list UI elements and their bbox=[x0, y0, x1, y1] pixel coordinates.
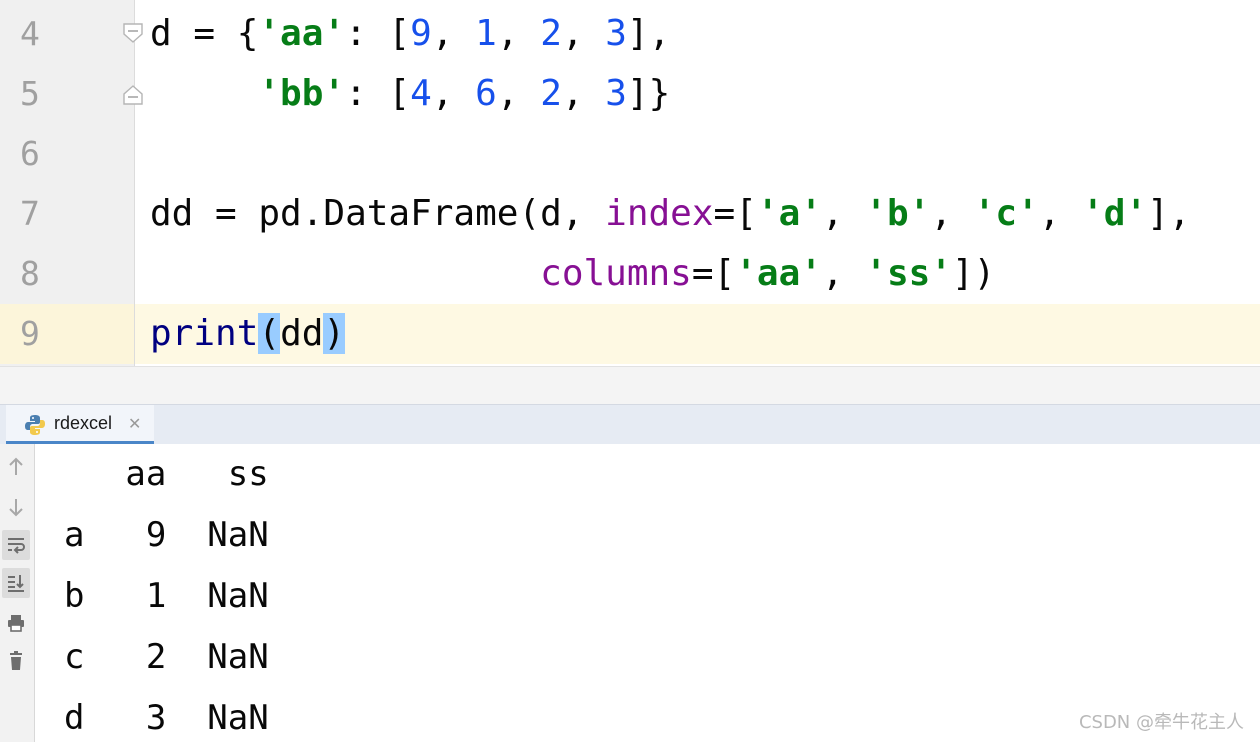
code-token-num: 2 bbox=[540, 73, 562, 114]
code-token: , bbox=[821, 253, 866, 294]
line-number: 7 bbox=[20, 194, 40, 233]
line-number-gutter: 4 5 6 7 8 9 bbox=[0, 0, 134, 366]
code-token-num: 4 bbox=[410, 73, 432, 114]
up-arrow-icon[interactable] bbox=[2, 452, 30, 482]
code-token: , bbox=[930, 193, 974, 234]
trash-icon[interactable] bbox=[2, 646, 30, 676]
code-line[interactable]: columns=['aa', 'ss']) bbox=[135, 244, 1260, 304]
python-icon bbox=[25, 415, 45, 435]
code-token: : [ bbox=[345, 13, 411, 54]
code-token: dd = pd.DataFrame(d, bbox=[150, 193, 606, 234]
code-token: , bbox=[431, 73, 476, 114]
console-toolbar bbox=[0, 444, 35, 742]
code-token: , bbox=[496, 73, 541, 114]
code-token: ], bbox=[626, 13, 671, 54]
code-token: =[ bbox=[691, 253, 736, 294]
code-token-str: 'aa' bbox=[735, 253, 822, 294]
code-line[interactable]: dd = pd.DataFrame(d, index=['a', 'b', 'c… bbox=[135, 184, 1260, 244]
line-number: 5 bbox=[20, 74, 40, 113]
code-token: , bbox=[561, 13, 606, 54]
code-token: d = { bbox=[150, 13, 259, 54]
code-line[interactable]: d = {'aa': [9, 1, 2, 3], bbox=[135, 4, 1260, 64]
soft-wrap-icon[interactable] bbox=[2, 530, 30, 560]
fold-end-icon[interactable] bbox=[122, 84, 144, 106]
code-token-num: 3 bbox=[605, 73, 627, 114]
code-token-kw: columns bbox=[540, 253, 692, 294]
scroll-to-end-icon[interactable] bbox=[2, 568, 30, 598]
code-token: , bbox=[561, 73, 606, 114]
code-text: 'bb': [4, 6, 2, 3]} bbox=[150, 64, 670, 124]
code-line[interactable] bbox=[135, 124, 1260, 184]
code-token: , bbox=[431, 13, 476, 54]
code-token: ]) bbox=[951, 253, 996, 294]
code-token: ], bbox=[1147, 193, 1191, 234]
code-token-str: 'c' bbox=[973, 193, 1039, 234]
code-line-current[interactable]: print(dd) bbox=[135, 304, 1260, 364]
fold-collapse-icon[interactable] bbox=[122, 22, 144, 44]
code-token-str: 'd' bbox=[1082, 193, 1148, 234]
watermark: CSDN @牵牛花主人 bbox=[1078, 712, 1244, 733]
code-token-num: 9 bbox=[410, 13, 432, 54]
code-token-str: 'bb' bbox=[258, 73, 346, 114]
line-number: 9 bbox=[20, 314, 40, 353]
code-token-num: 1 bbox=[475, 13, 497, 54]
code-token-num: 2 bbox=[540, 13, 562, 54]
code-token-str: 'aa' bbox=[258, 13, 346, 54]
code-text: d = {'aa': [9, 1, 2, 3], bbox=[150, 4, 670, 64]
output-row: a 9 NaN bbox=[64, 515, 269, 555]
code-text: columns=['aa', 'ss']) bbox=[150, 244, 995, 304]
code-token-str: 'ss' bbox=[865, 253, 952, 294]
line-number: 4 bbox=[20, 14, 40, 53]
run-tool-window-tabs: rdexcel ✕ bbox=[0, 404, 1260, 445]
panel-splitter[interactable] bbox=[0, 366, 1260, 405]
code-text: dd = pd.DataFrame(d, index=['a', 'b', 'c… bbox=[150, 184, 1190, 244]
code-token: , bbox=[1038, 193, 1083, 234]
line-number: 8 bbox=[20, 254, 40, 293]
code-token-num: 3 bbox=[605, 13, 627, 54]
line-number: 6 bbox=[20, 134, 40, 173]
code-token-str: 'b' bbox=[865, 193, 931, 234]
code-token: : [ bbox=[345, 73, 411, 114]
output-row: d 3 NaN bbox=[64, 698, 269, 738]
run-tab-label: rdexcel bbox=[54, 413, 113, 433]
code-text: print(dd) bbox=[150, 304, 346, 364]
output-row: b 1 NaN bbox=[64, 576, 269, 616]
close-icon[interactable]: ✕ bbox=[128, 414, 141, 433]
code-editor[interactable]: 456789 d = {'aa': [9, 1, 2, 3], 'bb': [4… bbox=[0, 0, 1260, 366]
output-row: c 2 NaN bbox=[64, 637, 269, 677]
down-arrow-icon[interactable] bbox=[2, 492, 30, 522]
code-token-brace: ) bbox=[323, 313, 346, 354]
code-token: , bbox=[821, 193, 866, 234]
code-token: , bbox=[496, 13, 541, 54]
output-header-row: aa ss bbox=[64, 454, 269, 494]
code-token-kw: index bbox=[605, 193, 714, 234]
run-console[interactable]: aa ss a 9 NaN b 1 NaN c 2 NaN d 3 NaN bbox=[0, 444, 1260, 742]
print-icon[interactable] bbox=[2, 608, 30, 638]
run-tab-rdexcel[interactable]: rdexcel ✕ bbox=[6, 405, 154, 445]
code-token: =[ bbox=[713, 193, 757, 234]
code-token-num: 6 bbox=[475, 73, 497, 114]
code-token: ]} bbox=[626, 73, 671, 114]
code-token: dd bbox=[280, 313, 324, 354]
code-token-str: 'a' bbox=[756, 193, 822, 234]
code-token-brace: ( bbox=[258, 313, 281, 354]
code-token-fn: print bbox=[150, 313, 259, 354]
code-line[interactable]: 'bb': [4, 6, 2, 3]} bbox=[135, 64, 1260, 124]
